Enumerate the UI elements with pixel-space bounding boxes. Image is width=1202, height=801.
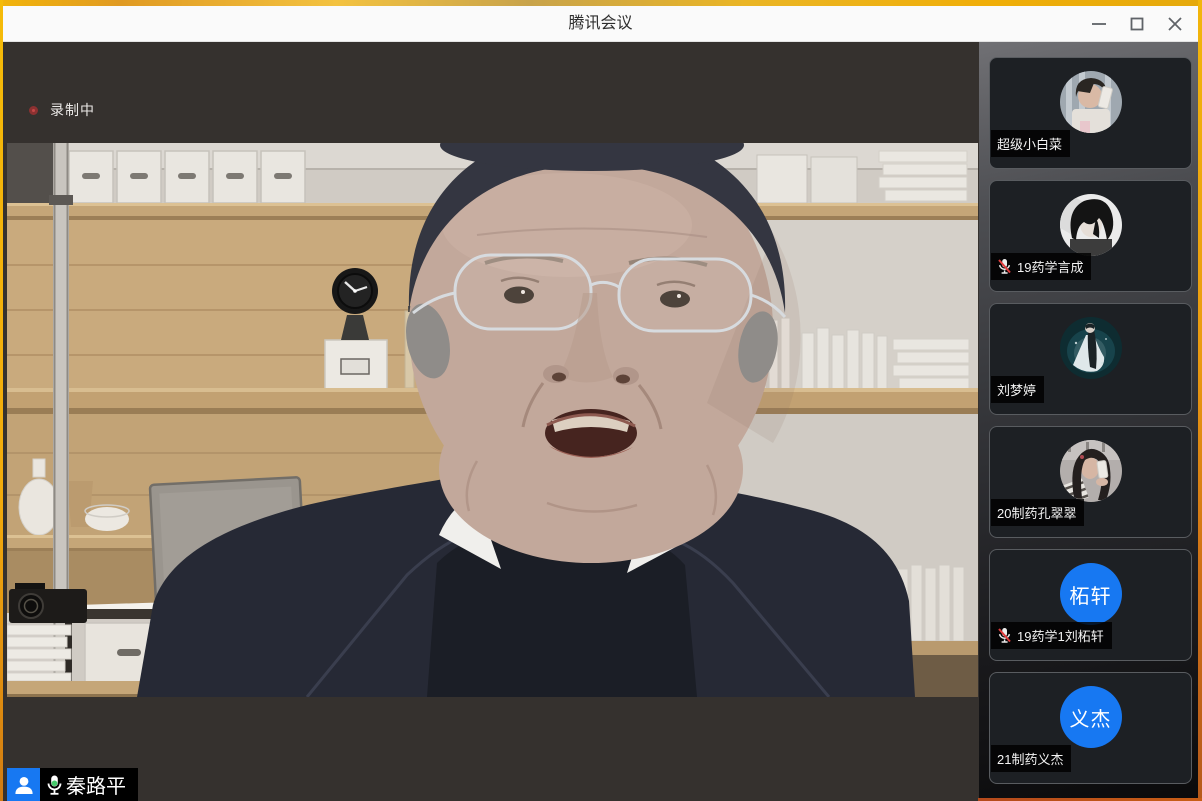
avatar-initials: 柘轩: [1060, 563, 1122, 625]
recording-indicator: 录制中: [29, 100, 95, 120]
participant-name-label: 20制药孔翠翠: [991, 499, 1084, 526]
screen: 腾讯会议: [0, 0, 1202, 801]
window-title: 腾讯会议: [3, 6, 1198, 42]
maximize-button[interactable]: [1122, 9, 1152, 39]
participant-tile-2[interactable]: 19药学言成: [989, 180, 1192, 292]
participant-name: 19药学1刘柘轩: [1017, 626, 1104, 645]
participant-tile-1[interactable]: 超级小白菜: [989, 57, 1192, 169]
participant-name-label: 19药学1刘柘轩: [991, 622, 1112, 649]
speaker-video-frame: [7, 143, 978, 697]
close-icon: [1165, 14, 1185, 34]
participant-tile-3[interactable]: 刘梦婷: [989, 303, 1192, 415]
mic-muted-icon: [997, 627, 1012, 644]
meeting-window: 腾讯会议: [3, 6, 1198, 801]
participant-tile-4[interactable]: 20制药孔翠翠: [989, 426, 1192, 538]
participant-name: 刘梦婷: [997, 380, 1036, 399]
main-video-speaker[interactable]: [7, 143, 978, 697]
participant-name-label: 21制药义杰: [991, 745, 1071, 772]
main-stage: 录制中: [3, 42, 979, 801]
avatar-photo-selfie: [1060, 71, 1122, 133]
mic-muted-icon: [997, 258, 1012, 275]
participant-name: 20制药孔翠翠: [997, 503, 1076, 522]
participant-name-label: 刘梦婷: [991, 376, 1044, 403]
self-name-label: 秦路平: [40, 768, 138, 801]
avatar-anime-bw: [1060, 194, 1122, 256]
background-window-edge-left: [0, 0, 3, 801]
window-controls: [1084, 9, 1190, 39]
profile-square[interactable]: [7, 768, 40, 801]
recording-dot-icon: [29, 106, 38, 115]
avatar-photo-girl: [1060, 440, 1122, 502]
participants-sidebar[interactable]: 超级小白菜 19药学言成 刘梦婷 20制药孔翠翠: [979, 42, 1198, 801]
participant-name: 21制药义杰: [997, 749, 1063, 768]
participant-name: 19药学言成: [1017, 257, 1083, 276]
minimize-button[interactable]: [1084, 9, 1114, 39]
avatar-initials: 义杰: [1060, 686, 1122, 748]
participant-tile-6[interactable]: 义杰 21制药义杰: [989, 672, 1192, 784]
participant-name: 超级小白菜: [997, 134, 1062, 153]
titlebar[interactable]: 腾讯会议: [3, 6, 1198, 42]
background-window-edge-right: [1198, 0, 1202, 801]
participant-name-label: 19药学言成: [991, 253, 1091, 280]
recording-label: 录制中: [50, 100, 95, 120]
maximize-icon: [1127, 14, 1147, 34]
participant-tile-5[interactable]: 柘轩 19药学1刘柘轩: [989, 549, 1192, 661]
self-name: 秦路平: [66, 770, 126, 799]
participant-name-label: 超级小白菜: [991, 130, 1070, 157]
avatar-fantasy-art: [1060, 317, 1122, 379]
mic-active-icon: [46, 774, 63, 796]
person-icon: [13, 774, 35, 796]
close-button[interactable]: [1160, 9, 1190, 39]
minimize-icon: [1089, 14, 1109, 34]
self-view-bar: 秦路平: [7, 768, 138, 801]
